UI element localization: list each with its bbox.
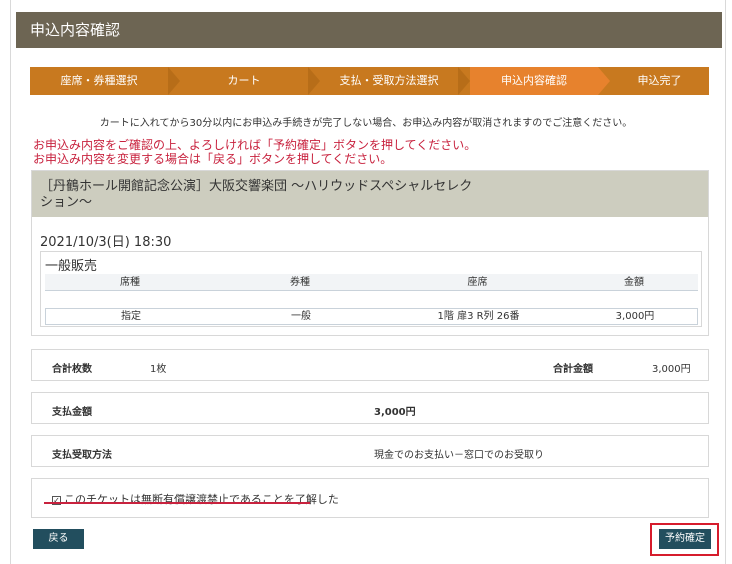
agreement-checkbox-label[interactable]: ✓ このチケットは無断有償譲渡禁止であることを了解した	[52, 491, 339, 507]
page-title: 申込内容確認	[16, 12, 722, 48]
payment-method-label: 支払受取方法	[52, 450, 112, 461]
cell-ticket-type: 一般	[291, 311, 311, 322]
event-title-line-1: ［丹鶴ホール開館記念公演］大阪交響楽団 〜ハリウッドスペシャルセレク	[40, 179, 473, 194]
step-divider	[458, 67, 470, 95]
ticket-table-header: 席種 券種 座席 金額	[45, 274, 698, 291]
step-cart: カート	[227, 74, 261, 87]
step-divider	[598, 67, 610, 95]
step-complete: 申込完了	[637, 74, 682, 87]
payment-method-box: 支払受取方法 現金でのお支払い－窓口でのお受取り	[31, 435, 709, 467]
agreement-text: このチケットは無断有償譲渡禁止であることを了解した	[64, 493, 339, 506]
sale-box: 一般販売 席種 券種 座席 金額 指定 一般 1階 扉3 R列 26番 3,00…	[40, 251, 702, 327]
event-detail-box: ［丹鶴ホール開館記念公演］大阪交響楽団 〜ハリウッドスペシャルセレク ション〜 …	[31, 170, 709, 336]
payment-amount-value: 3,000円	[374, 407, 416, 418]
payment-amount-box: 支払金額 3,000円	[31, 392, 709, 424]
total-amount-value: 3,000円	[652, 364, 691, 375]
step-confirm-current: 申込内容確認	[470, 67, 598, 95]
annotation-highlight-box	[650, 523, 719, 556]
col-price: 金額	[624, 277, 644, 288]
col-seat-type: 席種	[120, 277, 140, 288]
cell-seat-type: 指定	[121, 311, 141, 322]
timeout-notice: カートに入れてから30分以内にお申込み手続きが完了しない場合、お申込み内容が取消…	[99, 118, 633, 129]
total-count-label: 合計枚数	[52, 364, 92, 375]
cell-price: 3,000円	[615, 311, 655, 322]
payment-amount-label: 支払金額	[52, 407, 92, 418]
step-divider	[168, 67, 180, 95]
sale-type-label: 一般販売	[45, 259, 98, 274]
step-seat-select: 座席・券種選択	[60, 74, 138, 87]
step-payment-method: 支払・受取方法選択	[339, 74, 439, 87]
back-button[interactable]: 戻る	[33, 529, 84, 549]
cell-seat: 1階 扉3 R列 26番	[437, 311, 520, 322]
col-seat: 座席	[467, 277, 488, 288]
event-datetime: 2021/10/3(日) 18:30	[40, 235, 172, 250]
event-title-line-2: ション〜	[40, 195, 93, 210]
warning-line-2: お申込み内容を変更する場合は「戻る」ボタンを押してください。	[33, 152, 393, 166]
col-ticket-type: 券種	[290, 277, 310, 288]
payment-method-value: 現金でのお支払い－窓口でのお受取り	[374, 450, 544, 461]
agreement-box: ✓ このチケットは無断有償譲渡禁止であることを了解した	[31, 478, 709, 518]
total-count-value: 1枚	[150, 364, 167, 375]
event-title: ［丹鶴ホール開館記念公演］大阪交響楽団 〜ハリウッドスペシャルセレク ション〜	[32, 171, 708, 217]
warning-line-1: お申込み内容をご確認の上、よろしければ「予約確定」ボタンを押してください。	[33, 138, 477, 152]
step-divider	[308, 67, 320, 95]
annotation-underline	[44, 502, 310, 504]
progress-steps: 座席・券種選択 カート 支払・受取方法選択 申込内容確認 申込完了	[30, 67, 709, 95]
total-amount-label: 合計金額	[553, 364, 593, 375]
total-summary-box: 合計枚数 1枚 合計金額 3,000円	[31, 349, 709, 381]
table-row: 指定 一般 1階 扉3 R列 26番 3,000円	[45, 308, 698, 325]
